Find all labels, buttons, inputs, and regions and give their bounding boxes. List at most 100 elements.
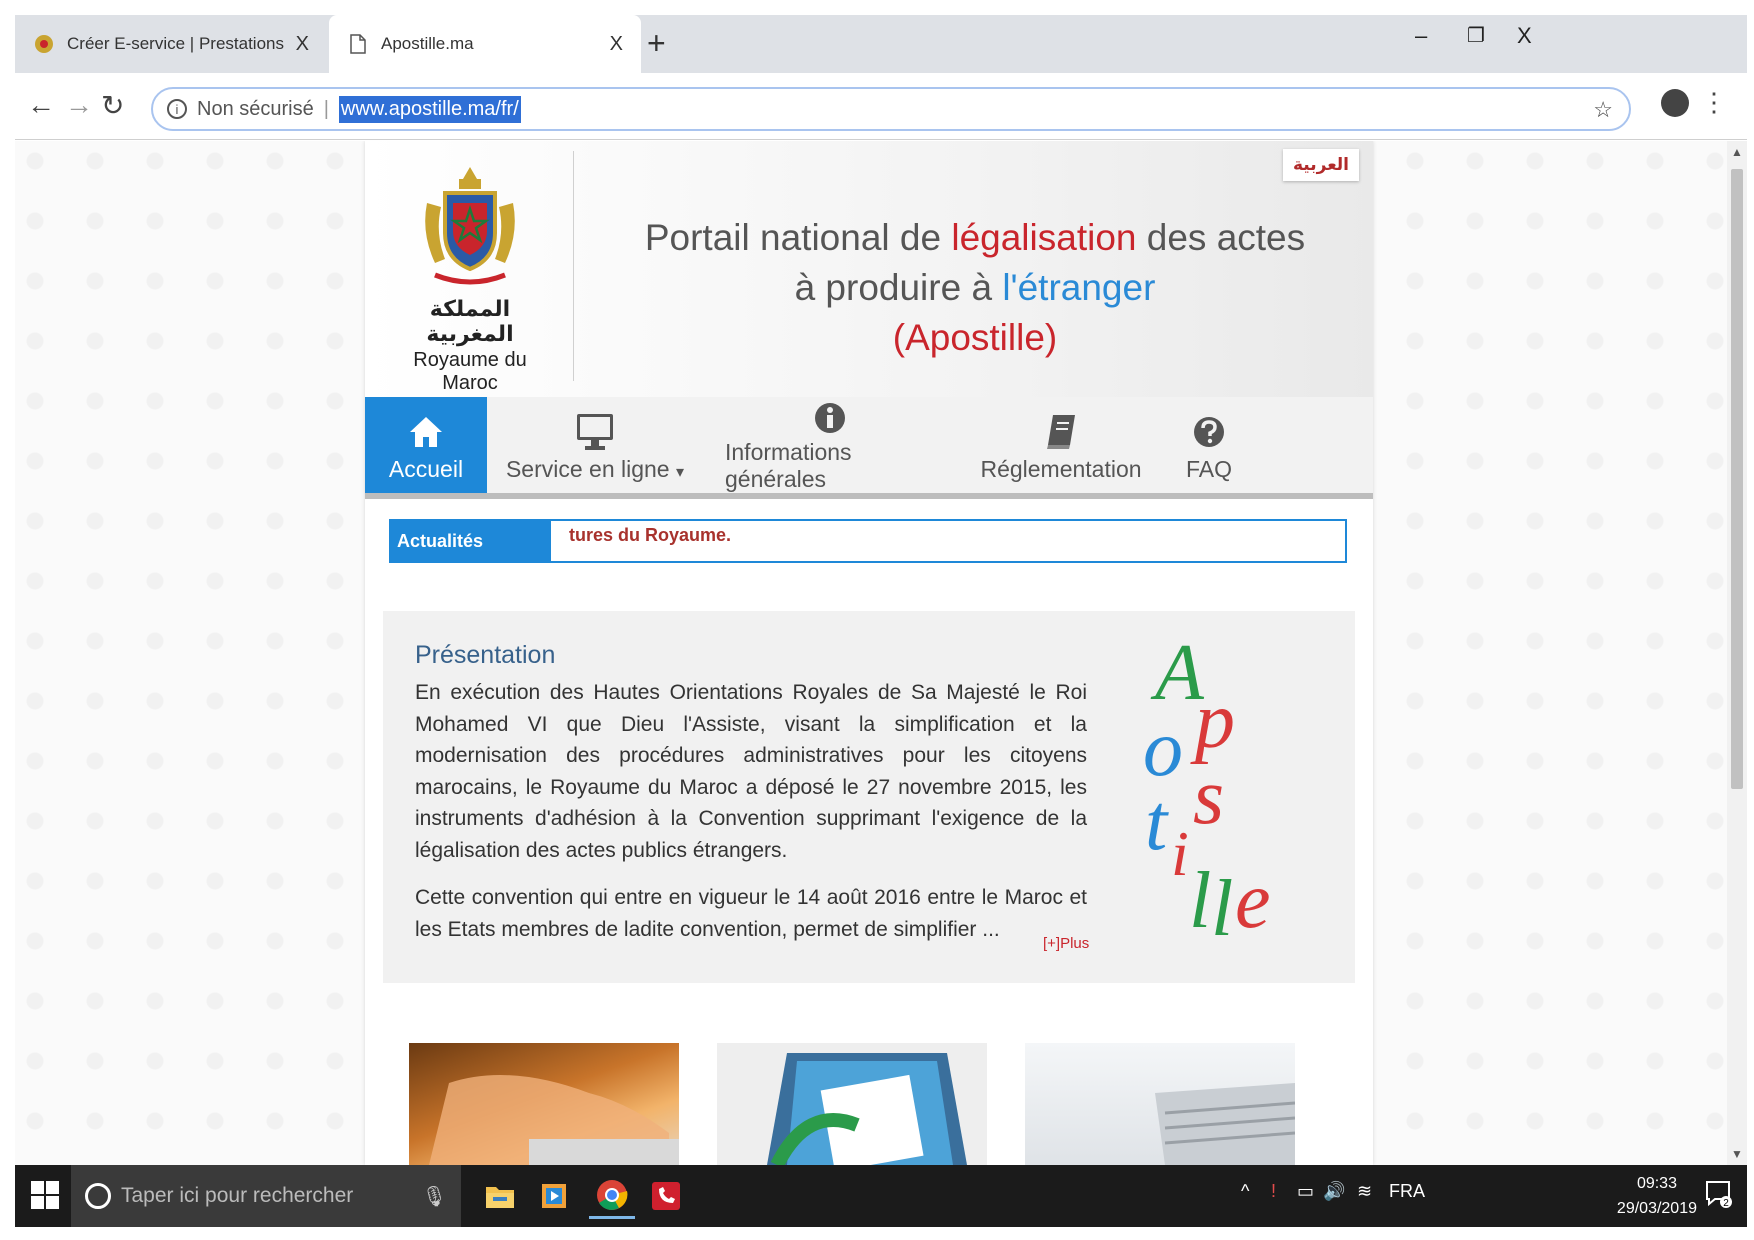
- apostille-logo: A p o s t i l l e: [1143, 629, 1271, 953]
- action-center-icon[interactable]: 2: [1705, 1179, 1733, 1209]
- presentation-section: Présentation En exécution des Hautes Ori…: [383, 611, 1355, 983]
- volume-icon[interactable]: 🔊: [1323, 1181, 1345, 1202]
- title-highlight-legalisation: légalisation: [951, 217, 1137, 258]
- site-header: المملكة المغربية Royaume du Maroc العربي…: [365, 141, 1373, 397]
- media-player-icon[interactable]: [531, 1173, 577, 1219]
- vertical-scrollbar[interactable]: ▲ ▼: [1727, 141, 1747, 1165]
- title-apostille: (Apostille): [892, 317, 1058, 358]
- vpn-app-icon[interactable]: [643, 1173, 689, 1219]
- coat-of-arms-favicon-icon: [33, 33, 55, 55]
- tab-creer-e-service[interactable]: Créer E-service | Prestations Cons X: [15, 15, 327, 73]
- tab-close-icon[interactable]: X: [610, 33, 623, 56]
- title-part: Portail national de: [644, 217, 952, 258]
- read-more-link[interactable]: [+]Plus: [1043, 935, 1089, 952]
- thumbnail-laptop-document[interactable]: [717, 1043, 987, 1165]
- tab-close-icon[interactable]: X: [296, 33, 309, 56]
- arabic-language-link[interactable]: العربية: [1282, 149, 1359, 181]
- nav-item-faq[interactable]: FAQ: [1179, 397, 1239, 493]
- nav-label: Réglementation: [980, 455, 1142, 482]
- scrollbar-thumb[interactable]: [1731, 169, 1743, 789]
- nav-item-reglementation[interactable]: Réglementation: [980, 397, 1142, 493]
- address-bar[interactable]: i Non sécurisé | www.apostille.ma/fr/ ☆: [151, 87, 1631, 131]
- battery-icon[interactable]: ▭: [1297, 1181, 1314, 1202]
- tab-apostille[interactable]: Apostille.ma X: [329, 15, 641, 73]
- hands-keyboard-image: [429, 1075, 679, 1165]
- apostille-letter: l: [1189, 857, 1211, 945]
- windows-start-icon[interactable]: [31, 1181, 59, 1209]
- thumbnail-typing-hands[interactable]: [409, 1043, 679, 1165]
- nav-item-accueil[interactable]: Accueil: [365, 397, 487, 493]
- home-icon: [408, 408, 444, 456]
- apostille-letter: s: [1193, 753, 1224, 841]
- title-highlight-etranger: l'étranger: [1002, 267, 1156, 308]
- bookmark-star-icon[interactable]: ☆: [1593, 97, 1613, 123]
- chevron-down-icon: ▾: [676, 463, 685, 481]
- ticker-text[interactable]: tures du Royaume.: [551, 521, 1345, 561]
- nav-label: Accueil: [388, 455, 464, 482]
- notification-count: 2: [1723, 1198, 1729, 1209]
- thumbnail-paper-stack[interactable]: [1025, 1043, 1295, 1165]
- site-page: المملكة المغربية Royaume du Maroc العربي…: [365, 141, 1373, 1165]
- browser-tab-strip: Créer E-service | Prestations Cons X Apo…: [15, 15, 1747, 73]
- apostille-letter: l: [1211, 865, 1233, 953]
- apostille-letter: e: [1235, 857, 1271, 945]
- screen: Créer E-service | Prestations Cons X Apo…: [15, 15, 1747, 1227]
- presentation-body: En exécution des Hautes Orientations Roy…: [415, 677, 1087, 961]
- site-info-icon[interactable]: i: [167, 99, 187, 119]
- nav-label: Informations générales: [725, 439, 852, 492]
- microphone-icon[interactable]: 🎙: [422, 1184, 447, 1209]
- system-clock[interactable]: 09:33 29/03/2019: [1617, 1171, 1697, 1221]
- close-window-button[interactable]: X: [1517, 23, 1532, 49]
- search-placeholder: Taper ici pour rechercher: [121, 1184, 354, 1207]
- cortana-icon: [85, 1183, 111, 1209]
- taskbar-search[interactable]: Taper ici pour rechercher 🎙: [71, 1165, 461, 1227]
- file-explorer-icon[interactable]: [477, 1173, 523, 1219]
- nav-label: FAQ: [1185, 455, 1232, 482]
- presentation-paragraph: En exécution des Hautes Orientations Roy…: [415, 681, 1087, 862]
- input-language[interactable]: FRA: [1389, 1181, 1425, 1202]
- address-separator: |: [323, 97, 329, 120]
- clock-time: 09:33: [1636, 1175, 1677, 1192]
- browser-toolbar: ← → ↻ i Non sécurisé | www.apostille.ma/…: [15, 73, 1747, 140]
- security-status: Non sécurisé: [197, 97, 314, 120]
- page-viewport: المملكة المغربية Royaume du Maroc العربي…: [15, 141, 1727, 1165]
- header-divider: [573, 151, 574, 381]
- monitor-icon: [575, 408, 615, 456]
- url-text[interactable]: www.apostille.ma/fr/: [338, 95, 521, 123]
- royaume-logo[interactable]: المملكة المغربية Royaume du Maroc: [385, 163, 555, 394]
- new-tab-button[interactable]: +: [647, 25, 666, 62]
- scroll-down-icon[interactable]: ▼: [1731, 1147, 1743, 1161]
- main-nav: Accueil Service en ligne ▾ Informations …: [365, 397, 1373, 499]
- clock-date: 29/03/2019: [1616, 1200, 1697, 1217]
- nav-item-service-en-ligne[interactable]: Service en ligne ▾: [505, 397, 685, 493]
- windows-taskbar: Taper ici pour rechercher 🎙 ^ ! ▭ 🔊 ≋ FR…: [15, 1165, 1747, 1227]
- page-favicon-icon: [347, 33, 369, 55]
- minimize-button[interactable]: –: [1415, 23, 1427, 49]
- restore-button[interactable]: ❐: [1467, 23, 1485, 48]
- reload-button[interactable]: ↻: [101, 89, 124, 122]
- back-button[interactable]: ←: [27, 89, 55, 121]
- logo-arabic-text: المملكة المغربية: [426, 297, 514, 347]
- wifi-icon[interactable]: ≋: [1357, 1181, 1372, 1202]
- presentation-heading: Présentation: [415, 641, 556, 669]
- presentation-paragraph: Cette convention qui entre en vigueur le…: [415, 886, 1087, 941]
- info-icon: [813, 397, 847, 439]
- profile-avatar-icon[interactable]: [1661, 89, 1689, 117]
- title-part: des actes: [1136, 217, 1306, 258]
- tab-title: Créer E-service | Prestations Cons: [67, 34, 288, 53]
- paper-stack-image: [1155, 1083, 1295, 1165]
- portal-title: Portail national de légalisation des act…: [605, 213, 1345, 363]
- nav-item-informations-generales[interactable]: Informations générales: [725, 397, 935, 493]
- news-ticker: Actualités tures du Royaume.: [389, 519, 1347, 563]
- security-alert-icon[interactable]: !: [1271, 1181, 1276, 1202]
- show-hidden-icons-icon[interactable]: ^: [1241, 1181, 1249, 1202]
- laptop-document-image: [767, 1053, 967, 1165]
- book-icon: [1045, 408, 1077, 456]
- forward-button[interactable]: →: [65, 89, 93, 121]
- title-part: à produire à: [794, 267, 1003, 308]
- tab-title: Apostille.ma: [381, 34, 474, 53]
- scroll-up-icon[interactable]: ▲: [1731, 145, 1743, 159]
- browser-menu-icon[interactable]: ⋮: [1701, 87, 1727, 118]
- chrome-icon[interactable]: [589, 1173, 635, 1219]
- ticker-label: Actualités: [391, 521, 551, 561]
